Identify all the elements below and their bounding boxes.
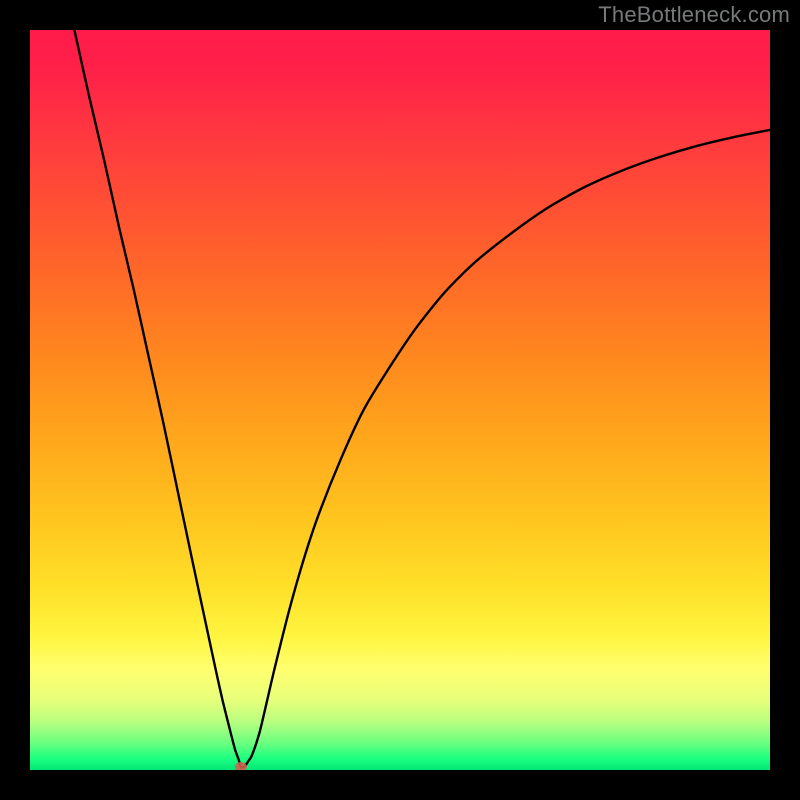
watermark-text: TheBottleneck.com xyxy=(598,2,790,28)
minimum-marker xyxy=(235,762,247,770)
bottleneck-curve xyxy=(74,30,770,767)
curve-layer xyxy=(30,30,770,770)
chart-container: TheBottleneck.com xyxy=(0,0,800,800)
plot-area xyxy=(30,30,770,770)
